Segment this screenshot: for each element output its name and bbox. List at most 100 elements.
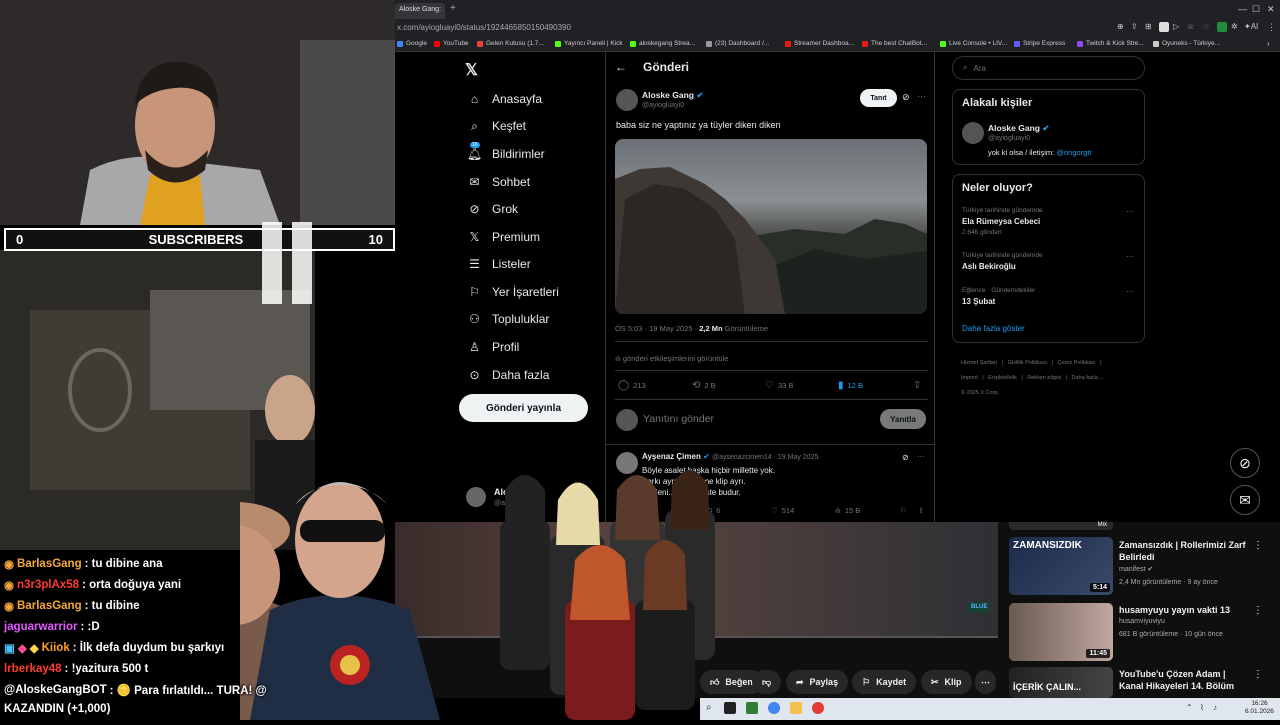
nav-grok[interactable]: ⊘ Grok bbox=[467, 198, 518, 220]
profile-avatar-icon[interactable] bbox=[1217, 22, 1227, 32]
chat-user[interactable]: BarlasGang bbox=[17, 558, 82, 570]
obs-icon[interactable] bbox=[812, 702, 824, 714]
messages-fab-icon[interactable]: ✉ bbox=[1230, 485, 1260, 515]
bio-link[interactable]: @ongorgtr bbox=[1056, 148, 1092, 157]
bookmark-star-icon[interactable]: ☆ bbox=[1187, 22, 1197, 32]
more-actions-button[interactable]: ⋯ bbox=[975, 670, 996, 694]
network-icon[interactable]: ⌇ bbox=[1200, 703, 1204, 712]
minimize-icon[interactable]: — bbox=[1238, 4, 1247, 14]
author-avatar[interactable] bbox=[616, 89, 638, 111]
close-icon[interactable]: ✕ bbox=[1267, 4, 1275, 15]
chat-user[interactable]: @AloskeGangBOT bbox=[4, 684, 107, 696]
show-more-link[interactable]: Daha fazla göster bbox=[962, 324, 1025, 333]
nav-profile[interactable]: ♙ Profil bbox=[467, 336, 519, 358]
reply-action[interactable]: ◯ 213 bbox=[618, 380, 646, 391]
footer-link[interactable]: Daha fazla ... bbox=[1072, 375, 1104, 381]
back-arrow-icon[interactable]: ← bbox=[615, 60, 627, 74]
browser-tab[interactable]: Aloske Gang: bbox=[395, 3, 445, 19]
trend-more-icon[interactable]: ⋯ bbox=[1126, 287, 1134, 296]
share-button[interactable]: ➦ Paylaş bbox=[786, 670, 849, 694]
trend-item[interactable]: Eğlence · Gündemdekiler 13 Şubat bbox=[962, 287, 1035, 306]
save-button[interactable]: ⚐ Kaydet bbox=[852, 670, 917, 694]
related-name[interactable]: Aloske Gang ✔ bbox=[988, 123, 1049, 134]
tray-chevron-icon[interactable]: ⌃ bbox=[1186, 703, 1193, 712]
nav-home[interactable]: ⌂ Anasayfa bbox=[467, 88, 542, 110]
bookmark-item[interactable]: The best ChatBot... bbox=[862, 40, 927, 47]
ai-mode-button[interactable]: ✦AI bbox=[1244, 22, 1258, 31]
grok-fab-icon[interactable]: ⊘ bbox=[1230, 448, 1260, 478]
share-icon[interactable]: ⇪ bbox=[1131, 22, 1141, 32]
bookmark-action[interactable]: ▮ 12 B bbox=[838, 380, 863, 391]
trend-item[interactable]: Türkiye tarihinde gündemde Aslı Bekiroğl… bbox=[962, 252, 1043, 271]
nav-messages[interactable]: ✉ Sohbet bbox=[467, 171, 530, 193]
menu-icon[interactable]: ⋮ bbox=[1267, 22, 1276, 33]
trend-item[interactable]: Türkiye tarihinde gündemde Ela Rümeysa C… bbox=[962, 207, 1043, 236]
related-avatar[interactable] bbox=[962, 122, 984, 144]
view-engagements-link[interactable]: ılı gönderi etkileşimlerini görüntüle bbox=[615, 354, 728, 363]
search-input[interactable]: ⌕ Ara bbox=[952, 56, 1145, 80]
chat-user[interactable]: n3r3plAx58 bbox=[17, 579, 79, 591]
bookmarks-overflow-icon[interactable]: › bbox=[1267, 39, 1270, 48]
video-channel[interactable]: manifest ✔ bbox=[1119, 565, 1153, 573]
nav-explore[interactable]: ⌕ Keşfet bbox=[467, 115, 526, 137]
bookmark-item[interactable]: Oyuneks - Türkiye... bbox=[1153, 40, 1220, 47]
mix-thumbnail[interactable]: Mix bbox=[1009, 522, 1113, 530]
video-thumbnail[interactable]: ZAMANSIZDIK 5:14 bbox=[1009, 537, 1113, 595]
footer-link[interactable]: Imprint bbox=[961, 375, 978, 381]
like-action[interactable]: ♡ 514 bbox=[771, 506, 794, 515]
play-extension-icon[interactable]: ▷ bbox=[1173, 22, 1183, 32]
address-bar[interactable]: x.com/ayiogluayi0/status/192446585015049… bbox=[397, 23, 571, 32]
share-action[interactable]: ⇧ bbox=[913, 380, 921, 391]
footer-link[interactable]: Çerez Politikası bbox=[1058, 360, 1096, 366]
bookmark-item[interactable]: Google bbox=[397, 40, 427, 47]
bookmark-item[interactable]: aloskegang Strea... bbox=[630, 40, 695, 47]
bookmark-item[interactable]: Yayıncı Paneli | Kick bbox=[555, 40, 623, 47]
nav-more[interactable]: ⊙ Daha fazla bbox=[467, 364, 549, 386]
retweet-action[interactable]: ⟲ 2 B bbox=[692, 380, 716, 391]
bookmark-item[interactable]: Gelen Kutusu (1.7... bbox=[477, 40, 544, 47]
zoom-icon[interactable]: ⊕ bbox=[1117, 22, 1127, 32]
bookmark-item[interactable]: YouTube bbox=[434, 40, 469, 47]
reply-button[interactable]: Yanıtla bbox=[880, 409, 926, 429]
nav-premium[interactable]: 𝕏 Premium bbox=[467, 226, 540, 248]
bookmark-item[interactable]: Twitch & Kick Stre... bbox=[1077, 40, 1144, 47]
file-explorer-icon[interactable] bbox=[790, 702, 802, 714]
task-view-icon[interactable] bbox=[724, 702, 736, 714]
trend-more-icon[interactable]: ⋯ bbox=[1126, 207, 1134, 216]
video-menu-icon[interactable]: ⋮ bbox=[1253, 669, 1263, 680]
chat-user[interactable]: lrberkay48 bbox=[4, 663, 62, 675]
tweet-media[interactable] bbox=[615, 139, 927, 314]
video-thumbnail[interactable]: İÇERİK ÇALIN... bbox=[1009, 667, 1113, 698]
nav-communities[interactable]: ⚇ Topluluklar bbox=[467, 308, 549, 330]
bookmark-action[interactable]: ⚐ bbox=[900, 506, 907, 515]
grok-explain-icon[interactable]: ⊘ bbox=[902, 92, 910, 103]
video-title[interactable]: YouTube'u Çözen Adam | Kanal Hikayeleri … bbox=[1119, 668, 1249, 692]
chrome-icon[interactable] bbox=[768, 702, 780, 714]
trend-more-icon[interactable]: ⋯ bbox=[1126, 252, 1134, 261]
maximize-icon[interactable]: ☐ bbox=[1252, 4, 1260, 15]
xbox-icon[interactable] bbox=[746, 702, 758, 714]
chat-user[interactable]: Kiiok bbox=[42, 642, 70, 654]
nav-lists[interactable]: ☰ Listeler bbox=[467, 253, 531, 275]
clip-button[interactable]: ✂ Klip bbox=[921, 670, 972, 694]
video-title[interactable]: Zamansızdık | Rollerimizi Zarf Belirledi bbox=[1119, 539, 1249, 563]
nav-notifications[interactable]: 🔔︎ 10 Bildirimler bbox=[467, 141, 545, 165]
video-channel[interactable]: husamviyuviyu bbox=[1119, 618, 1165, 625]
bookmark-item[interactable]: Streamer Dashboa... bbox=[785, 40, 854, 47]
volume-icon[interactable]: ♪ bbox=[1213, 703, 1217, 712]
share-action[interactable]: ⇧ bbox=[918, 506, 924, 515]
footer-link[interactable]: Reklam bilgisi bbox=[1027, 375, 1061, 381]
chat-extension-icon[interactable]: ◌ bbox=[1204, 22, 1214, 32]
post-button[interactable]: Gönderi yayınla bbox=[459, 394, 588, 422]
new-tab-button[interactable]: + bbox=[450, 3, 456, 14]
video-menu-icon[interactable]: ⋮ bbox=[1253, 605, 1263, 616]
footer-link[interactable]: Hizmet Şartları bbox=[961, 360, 997, 366]
chat-user[interactable]: BarlasGang bbox=[17, 600, 82, 612]
promote-button[interactable]: Tanıt bbox=[860, 89, 897, 107]
bookmark-item[interactable]: Live Console • LIV... bbox=[940, 40, 1007, 47]
video-menu-icon[interactable]: ⋮ bbox=[1253, 540, 1263, 551]
more-options-icon[interactable]: ⋯ bbox=[917, 91, 926, 102]
reply-input[interactable]: Yanıtını gönder bbox=[643, 413, 714, 425]
grok-explain-icon[interactable]: ⊘ bbox=[902, 453, 909, 462]
shield-extension-icon[interactable] bbox=[1159, 22, 1169, 32]
